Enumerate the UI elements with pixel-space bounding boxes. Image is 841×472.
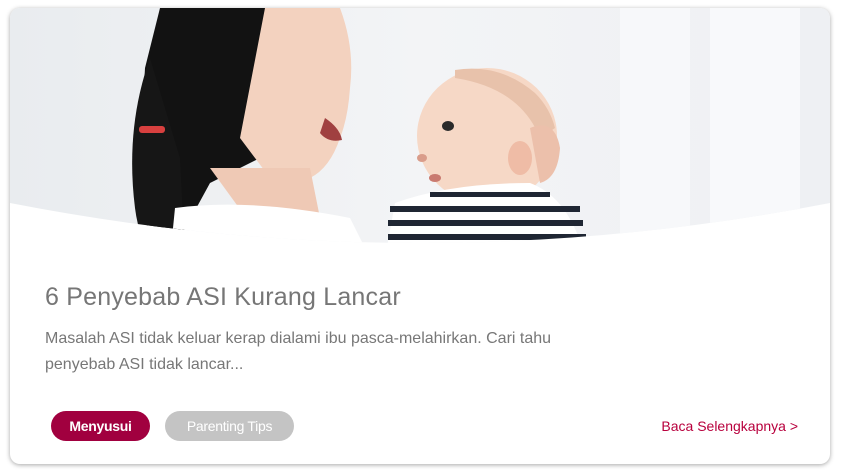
tag-menyusui[interactable]: Menyusui <box>51 411 150 441</box>
article-hero-image[interactable] <box>10 8 830 258</box>
article-title[interactable]: 6 Penyebab ASI Kurang Lancar <box>45 283 401 312</box>
read-more-link[interactable]: Baca Selengkapnya > <box>661 418 798 434</box>
tag-parenting-tips[interactable]: Parenting Tips <box>165 411 294 441</box>
article-excerpt: Masalah ASI tidak keluar kerap dialami i… <box>45 326 605 378</box>
excerpt-line-2: penyebab ASI tidak lancar... <box>45 356 244 373</box>
article-card[interactable]: 6 Penyebab ASI Kurang Lancar Masalah ASI… <box>10 8 830 464</box>
excerpt-line-1: Masalah ASI tidak keluar kerap dialami i… <box>45 330 552 347</box>
